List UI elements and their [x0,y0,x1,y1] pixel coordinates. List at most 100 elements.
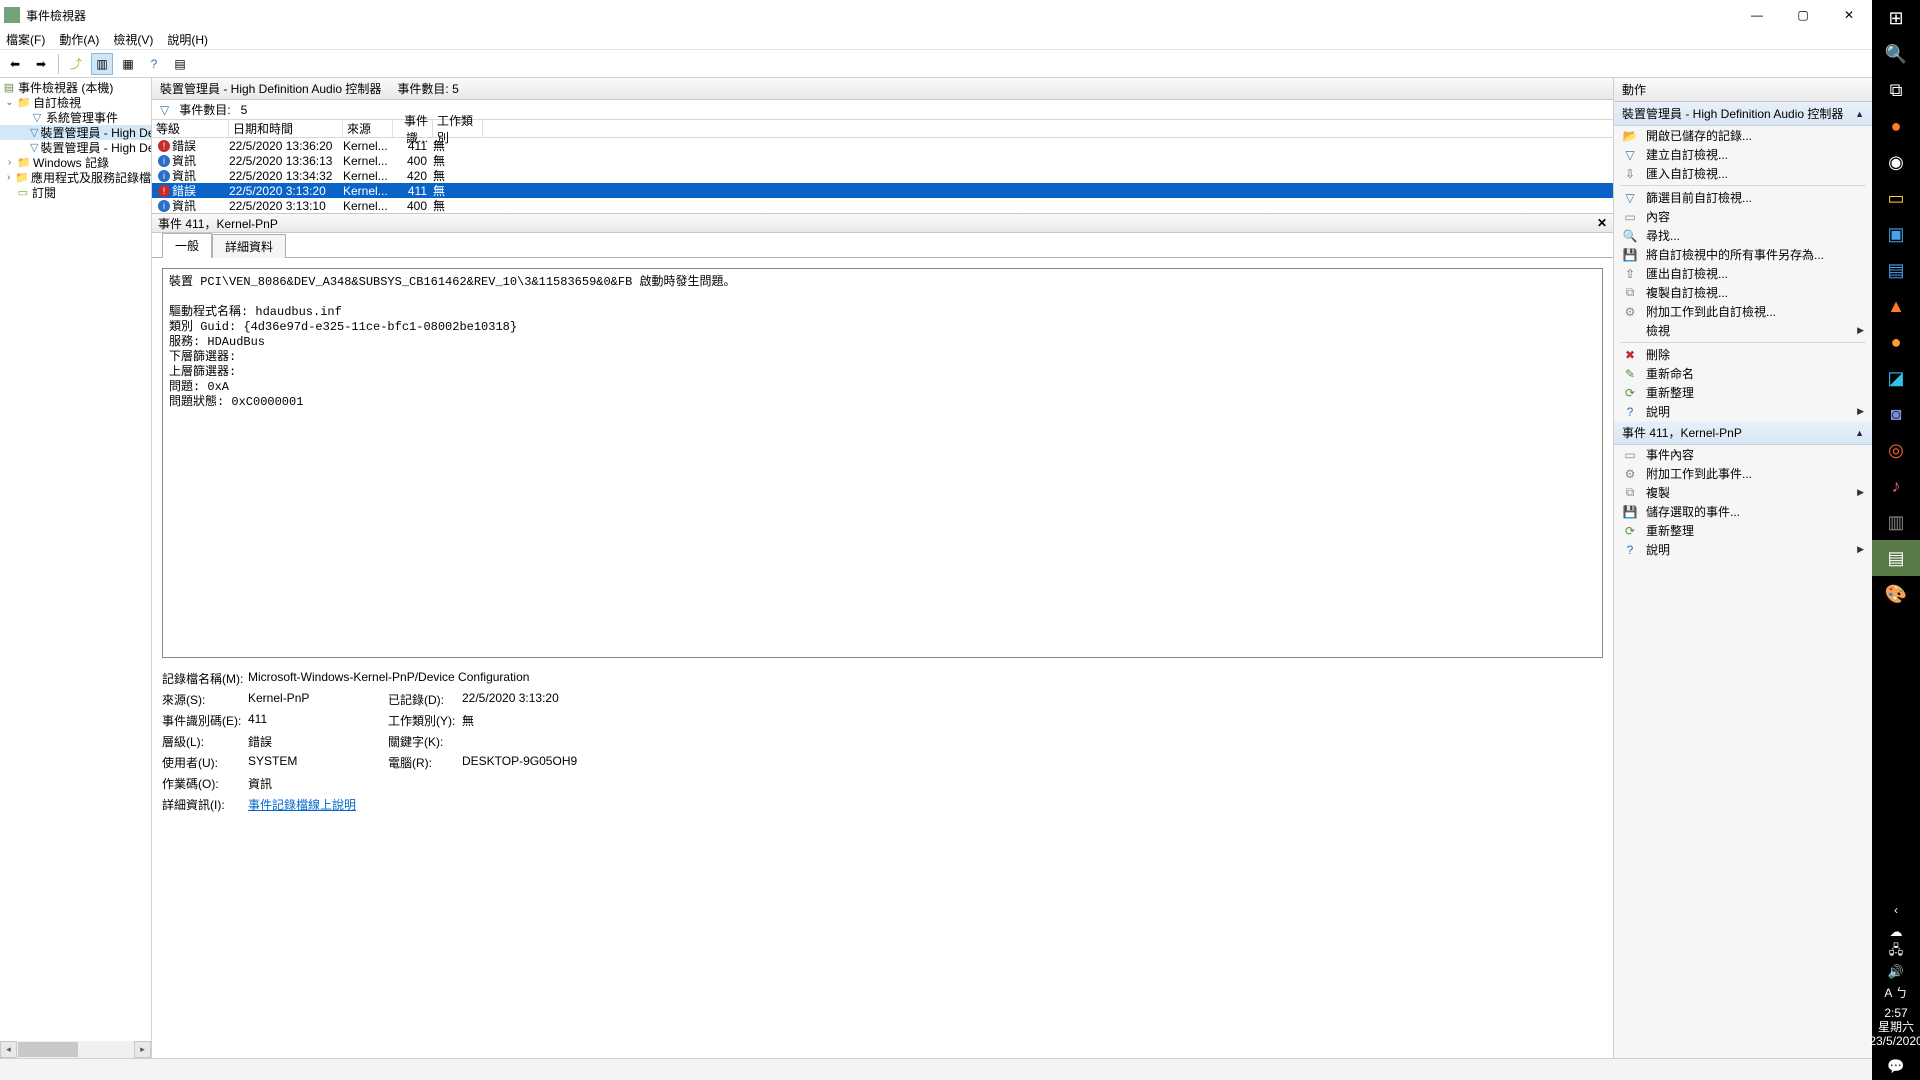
taskbar-app-7[interactable]: ● [1872,324,1920,360]
event-row[interactable]: !錯誤22/5/2020 13:36:20Kernel...411無 [152,138,1613,153]
taskbar-app-10[interactable]: ◎ [1872,432,1920,468]
action-save-all-events[interactable]: 💾將自訂檢視中的所有事件另存為... [1614,245,1872,264]
tree-admin-events[interactable]: ▽ 系統管理事件 [0,110,151,125]
taskbar-app-4[interactable]: ▣ [1872,216,1920,252]
action-filter-current-view[interactable]: ▽篩選目前自訂檢視... [1614,188,1872,207]
col-level[interactable]: 等級 [152,120,229,137]
cell-source: Kernel... [343,154,393,168]
nav-back-button[interactable]: ⬅ [4,53,26,75]
taskbar-app-12[interactable]: ▥ [1872,504,1920,540]
action-center-button[interactable]: 💬 [1872,1052,1920,1080]
nav-tree[interactable]: ▤ 事件檢視器 (本機) ⌄ 📁 自訂檢視 ▽ 系統管理事件 ▽ 裝置管理員 -… [0,78,152,1058]
taskbar-app-explorer[interactable]: ▭ [1872,180,1920,216]
taskbar-clock[interactable]: 2:57 星期六 23/5/2020 [1869,1002,1920,1052]
toolbar-button-2[interactable]: ▦ [117,53,139,75]
action-help[interactable]: ?說明▶ [1614,402,1872,421]
tray-network-icon[interactable]: 🖧 [1872,942,1920,962]
taskbar-app-11[interactable]: ♪ [1872,468,1920,504]
search-button[interactable]: 🔍 [1872,36,1920,72]
tree-device-manager-1[interactable]: ▽ 裝置管理員 - High Defin [0,125,151,140]
action-delete[interactable]: ✖刪除 [1614,345,1872,364]
taskbar-app-firefox[interactable]: ● [1872,108,1920,144]
menu-file[interactable]: 檔案(F) [6,31,45,48]
action-properties[interactable]: ▭內容 [1614,207,1872,226]
tree-device-manager-2[interactable]: ▽ 裝置管理員 - High Defin [0,140,151,155]
col-task[interactable]: 工作類別 [433,120,483,137]
tray-volume-icon[interactable]: 🔊 [1872,962,1920,982]
taskbar-app-chrome[interactable]: ◉ [1872,144,1920,180]
event-log-online-help-link[interactable]: 事件記錄檔線上說明 [248,798,356,812]
actions-section-1[interactable]: 裝置管理員 - High Definition Audio 控制器 ▲ [1614,102,1872,126]
show-hide-tree-button[interactable]: ⤴ [65,53,87,75]
tree-app-services-logs[interactable]: › 📁 應用程式及服務記錄檔 [0,170,151,185]
expand-icon[interactable]: › [4,157,15,168]
tray-ime-icon[interactable]: A ㄅ [1872,982,1920,1002]
action-view-submenu[interactable]: 檢視▶ [1614,321,1872,340]
windows-taskbar[interactable]: ⊞ 🔍 ⧉ ● ◉ ▭ ▣ ▤ ▲ ● ◪ ◙ ◎ ♪ ▥ ▤ 🎨 ‹ ☁ 🖧 … [1872,0,1920,1080]
event-row[interactable]: i資訊22/5/2020 13:36:13Kernel...400無 [152,153,1613,168]
scroll-thumb[interactable] [18,1042,78,1057]
window-minimize[interactable]: — [1734,0,1780,30]
tree-subscriptions[interactable]: ▭ 訂閱 [0,185,151,200]
action-import-custom-view[interactable]: ⇩匯入自訂檢視... [1614,164,1872,183]
toolbar-button-3[interactable]: ▤ [169,53,191,75]
action-rename[interactable]: ✎重新命名 [1614,364,1872,383]
detail-header: 事件 411，Kernel-PnP ✕ [152,213,1613,233]
menu-help[interactable]: 說明(H) [167,31,208,48]
task-view-button[interactable]: ⧉ [1872,72,1920,108]
event-row[interactable]: i資訊22/5/2020 3:13:10Kernel...400無 [152,198,1613,213]
action-export-custom-view[interactable]: ⇧匯出自訂檢視... [1614,264,1872,283]
separator [58,54,59,74]
col-eventid[interactable]: 事件識... [393,120,433,137]
filter-icon: ▽ [30,111,44,125]
toolbar-button-1[interactable]: ▥ [91,53,113,75]
tree-horizontal-scrollbar[interactable]: ◂ ▸ [0,1041,151,1058]
window-close[interactable]: ✕ [1826,0,1872,30]
action-copy-event[interactable]: ⧉複製▶ [1614,483,1872,502]
event-grid[interactable]: !錯誤22/5/2020 13:36:20Kernel...411無i資訊22/… [152,138,1613,213]
col-datetime[interactable]: 日期和時間 [229,120,343,137]
action-create-custom-view[interactable]: ▽建立自訂檢視... [1614,145,1872,164]
taskbar-app-eventviewer[interactable]: ▤ [1872,540,1920,576]
action-open-saved-log[interactable]: 📂開啟已儲存的記錄... [1614,126,1872,145]
taskbar-app-vlc[interactable]: ▲ [1872,288,1920,324]
expand-icon[interactable]: › [4,172,13,183]
action-save-selected[interactable]: 💾儲存選取的事件... [1614,502,1872,521]
action-help-2[interactable]: ?說明▶ [1614,540,1872,559]
action-attach-task-view[interactable]: ⚙附加工作到此自訂檢視... [1614,302,1872,321]
col-source[interactable]: 來源 [343,120,393,137]
taskbar-app-8[interactable]: ◪ [1872,360,1920,396]
action-find[interactable]: 🔍尋找... [1614,226,1872,245]
menu-action[interactable]: 動作(A) [59,31,99,48]
scroll-right-button[interactable]: ▸ [134,1041,151,1058]
action-attach-task-event[interactable]: ⚙附加工作到此事件... [1614,464,1872,483]
taskbar-app-5[interactable]: ▤ [1872,252,1920,288]
scroll-left-button[interactable]: ◂ [0,1041,17,1058]
tree-root[interactable]: ▤ 事件檢視器 (本機) [0,80,151,95]
collapse-icon[interactable]: ⌄ [4,97,15,108]
nav-forward-button[interactable]: ➡ [30,53,52,75]
event-row[interactable]: i資訊22/5/2020 13:34:32Kernel...420無 [152,168,1613,183]
action-copy-custom-view[interactable]: ⧉複製自訂檢視... [1614,283,1872,302]
actions-section-2[interactable]: 事件 411，Kernel-PnP ▲ [1614,421,1872,445]
detail-close-button[interactable]: ✕ [1597,216,1607,230]
tab-general[interactable]: 一般 [162,233,212,258]
window-maximize[interactable]: ▢ [1780,0,1826,30]
tab-details[interactable]: 詳細資料 [212,234,286,258]
menu-view[interactable]: 檢視(V) [113,31,153,48]
action-refresh-2[interactable]: ⟳重新整理 [1614,521,1872,540]
properties-icon: ▭ [1622,447,1638,463]
tray-expand-button[interactable]: ‹ [1872,898,1920,922]
tree-windows-logs[interactable]: › 📁 Windows 記錄 [0,155,151,170]
event-description[interactable]: 裝置 PCI\VEN_8086&DEV_A348&SUBSYS_CB161462… [162,268,1603,658]
taskbar-app-14[interactable]: 🎨 [1872,576,1920,612]
tree-custom-views[interactable]: ⌄ 📁 自訂檢視 [0,95,151,110]
start-button[interactable]: ⊞ [1872,0,1920,36]
toolbar-help-button[interactable]: ? [143,53,165,75]
taskbar-app-discord[interactable]: ◙ [1872,396,1920,432]
tray-onedrive-icon[interactable]: ☁ [1872,922,1920,942]
cell-eventid: 400 [393,154,433,168]
event-row[interactable]: !錯誤22/5/2020 3:13:20Kernel...411無 [152,183,1613,198]
action-refresh[interactable]: ⟳重新整理 [1614,383,1872,402]
action-event-properties[interactable]: ▭事件內容 [1614,445,1872,464]
